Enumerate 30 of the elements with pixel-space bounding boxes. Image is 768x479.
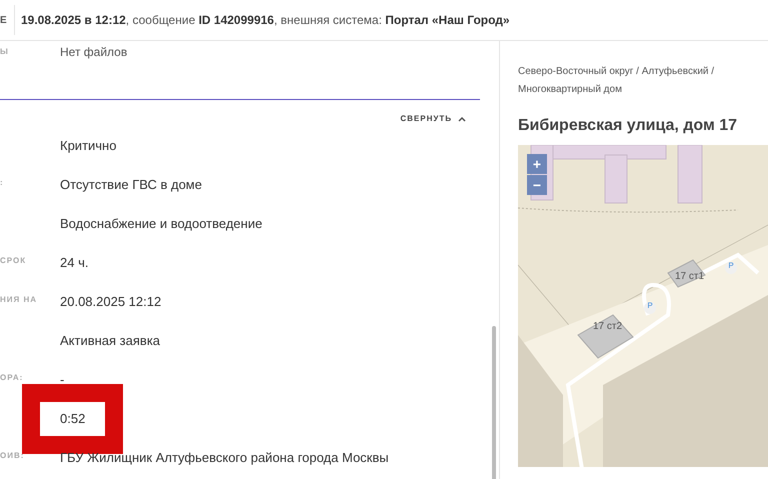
- field-value: Активная заявка: [60, 333, 160, 348]
- map[interactable]: 17 ст1 17 ст2 P P + −: [518, 145, 768, 467]
- field-label: :: [0, 178, 4, 187]
- building-label: 17 ст1: [675, 271, 704, 282]
- field-label: НИЯ НА: [0, 295, 38, 304]
- field-value: 24 ч.: [60, 255, 88, 270]
- field-value: Отсутствие ГВС в доме: [60, 177, 202, 192]
- field-value: 0:52: [60, 411, 86, 426]
- field-label: Ы: [0, 46, 10, 58]
- field-value: ГБУ Жилищник Алтуфьевского района города Москвы: [60, 450, 389, 465]
- zoom-in-button[interactable]: +: [527, 154, 547, 174]
- header-label: Е: [0, 14, 8, 26]
- scrollbar[interactable]: [492, 326, 496, 479]
- parking-label: P: [728, 261, 734, 270]
- zoom-out-button[interactable]: −: [527, 175, 547, 195]
- field-value: Нет файлов: [60, 45, 128, 61]
- field-value: 20.08.2025 12:12: [60, 294, 162, 309]
- field-value: Критично: [60, 138, 116, 153]
- field-value: Водоснабжение и водоотведение: [60, 216, 262, 231]
- message-info: 19.08.2025 в 12:12, сообщение ID 142099916, внешняя система: Портал «Наш Город»: [21, 13, 510, 27]
- address-title: Бибиревская улица, дом 17: [518, 117, 738, 135]
- field-label: ОРА:: [0, 373, 24, 382]
- chevron-up-icon: [458, 116, 466, 122]
- field-label: СРОК: [0, 256, 26, 265]
- collapse-button[interactable]: СВЕРНУТЬ: [396, 114, 470, 123]
- field-value: -: [60, 372, 64, 387]
- building-label: 17 ст2: [593, 321, 622, 332]
- parking-label: P: [647, 301, 653, 310]
- breadcrumb: Северо-Восточный округ / Алтуфьевский / Многоквартирный дом: [518, 65, 716, 97]
- field-label: ОИВ:: [0, 451, 24, 460]
